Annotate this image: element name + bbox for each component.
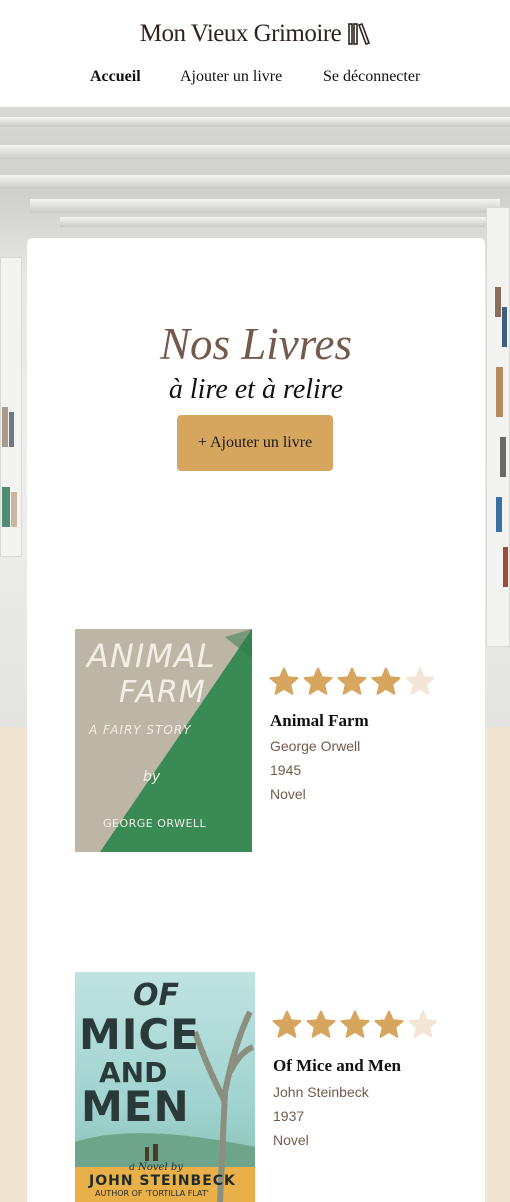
books-panel: Nos Livres à lire et à relire + Ajouter … <box>27 238 485 1202</box>
star-empty-icon <box>405 667 435 695</box>
nav-accueil[interactable]: Accueil <box>90 68 141 86</box>
rating-stars <box>269 667 435 695</box>
logo-text: Mon Vieux Grimoire <box>139 20 342 47</box>
cover-text: a Novel by <box>129 1162 183 1173</box>
book-author: John Steinbeck <box>273 1084 369 1100</box>
star-filled-icon <box>337 667 367 695</box>
book-year: 1937 <box>273 1108 305 1124</box>
star-filled-icon <box>303 667 333 695</box>
cover-text: JOHN STEINBECK <box>89 1173 236 1189</box>
logo[interactable]: Mon Vieux Grimoire <box>0 20 510 48</box>
book-card[interactable]: ANIMAL FARM A FAIRY STORY by GEORGE ORWE… <box>27 629 485 852</box>
main-nav: Accueil Ajouter un livre Se déconnecter <box>0 68 510 92</box>
star-filled-icon <box>272 1010 302 1038</box>
book-title[interactable]: Of Mice and Men <box>273 1056 401 1076</box>
nav-logout[interactable]: Se déconnecter <box>323 68 420 86</box>
star-filled-icon <box>340 1010 370 1038</box>
book-cover-image[interactable]: ANIMAL FARM A FAIRY STORY by GEORGE ORWE… <box>75 629 252 852</box>
book-genre: Novel <box>270 786 306 802</box>
book-card[interactable]: OF MICE AND MEN a Novel by JOHN STEINBEC… <box>27 972 485 1202</box>
cover-text: OF <box>133 978 179 1013</box>
page-subtitle: à lire et à relire <box>168 374 344 405</box>
cover-text: by <box>143 769 161 785</box>
cover-text: A FAIRY STORY <box>89 723 192 737</box>
book-author: George Orwell <box>270 738 361 754</box>
book-title[interactable]: Animal Farm <box>270 711 369 731</box>
cover-text: MEN <box>81 1082 190 1131</box>
star-filled-icon <box>371 667 401 695</box>
star-empty-icon <box>408 1010 438 1038</box>
nav-add-book[interactable]: Ajouter un livre <box>180 68 282 86</box>
star-filled-icon <box>269 667 299 695</box>
rating-stars <box>272 1010 438 1038</box>
star-filled-icon <box>374 1010 404 1038</box>
cover-text: AUTHOR OF 'TORTILLA FLAT' <box>95 1189 209 1198</box>
books-logo-icon <box>348 22 371 46</box>
site-header: Mon Vieux Grimoire Accueil Ajouter un li… <box>0 0 510 107</box>
add-book-button[interactable]: + Ajouter un livre <box>177 415 333 471</box>
page-title: Nos Livres <box>159 319 353 369</box>
book-cover-image[interactable]: OF MICE AND MEN a Novel by JOHN STEINBEC… <box>75 972 255 1202</box>
book-year: 1945 <box>270 762 302 778</box>
cover-text: GEORGE ORWELL <box>103 817 207 830</box>
cover-text: MICE <box>79 1010 200 1059</box>
cover-text: ANIMAL <box>87 637 216 675</box>
star-filled-icon <box>306 1010 336 1038</box>
book-genre: Novel <box>273 1132 309 1148</box>
cover-text: FARM <box>119 675 206 710</box>
